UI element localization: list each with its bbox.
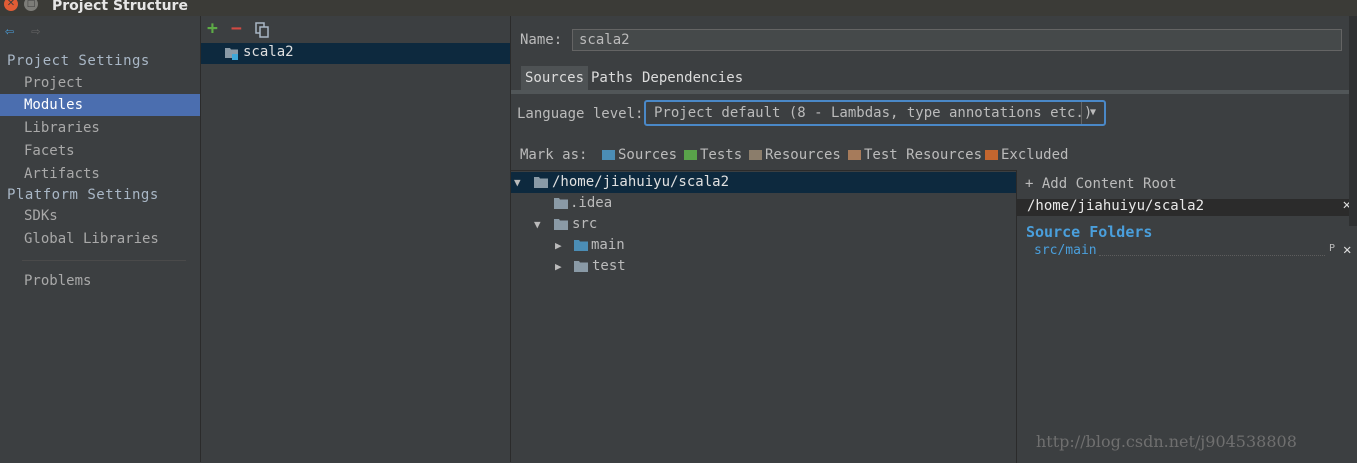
window-close-button[interactable]: ✕ — [4, 0, 18, 11]
tests-folder-icon — [684, 150, 697, 160]
vertical-scrollbar[interactable] — [1349, 16, 1357, 226]
tree-node-label: src — [572, 216, 598, 232]
mark-as-resources-button[interactable]: Resources — [749, 147, 841, 163]
source-folder-icon — [574, 240, 588, 251]
sidebar-item-facets[interactable]: Facets — [0, 140, 200, 162]
folder-icon — [574, 261, 588, 272]
resources-folder-icon — [749, 150, 762, 160]
folder-icon — [534, 177, 548, 188]
tab-paths[interactable]: Paths — [587, 66, 637, 90]
sidebar-item-sdks[interactable]: SDKs — [0, 205, 200, 227]
expand-arrow-icon[interactable]: ▼ — [534, 214, 541, 235]
tree-node-src[interactable]: ▼ src — [511, 214, 1016, 235]
navigation-arrows: ⇦ ⇨ — [5, 22, 40, 40]
module-name: scala2 — [243, 44, 294, 60]
tab-sources[interactable]: Sources — [521, 66, 589, 90]
language-level-select[interactable]: Project default (8 - Lambdas, type annot… — [644, 100, 1106, 126]
module-list-item[interactable]: scala2 — [201, 43, 510, 64]
folder-icon — [554, 198, 568, 209]
tree-node-label: main — [591, 237, 625, 253]
sidebar-item-modules[interactable]: Modules — [0, 94, 200, 116]
mark-as-excluded-label: Excluded — [1001, 147, 1069, 163]
tree-node-test[interactable]: ▶ test — [511, 256, 1016, 277]
mark-as-test-resources-label: Test Resources — [864, 147, 983, 163]
project-settings-header: Project Settings — [7, 53, 150, 69]
tab-dependencies[interactable]: Dependencies — [638, 66, 747, 90]
modules-panel: + − scala2 — [201, 16, 511, 462]
excluded-folder-icon — [985, 150, 998, 160]
sidebar-item-artifacts[interactable]: Artifacts — [0, 163, 200, 185]
module-name-input[interactable] — [572, 29, 1342, 51]
sidebar-item-project[interactable]: Project — [0, 72, 200, 94]
settings-sidebar: ⇦ ⇨ Project Settings Project Modules Lib… — [0, 16, 201, 462]
tree-node-label: /home/jiahuiyu/scala2 — [552, 174, 730, 190]
content-root-panel: + Add Content Root /home/jiahuiyu/scala2… — [1017, 170, 1357, 462]
sidebar-item-libraries[interactable]: Libraries — [0, 117, 200, 139]
tree-node-idea[interactable]: .idea — [511, 193, 1016, 214]
mark-as-sources-label: Sources — [618, 147, 678, 163]
back-arrow-icon[interactable]: ⇦ — [5, 22, 14, 40]
add-content-root-button[interactable]: + Add Content Root — [1025, 176, 1177, 192]
sidebar-item-global-libraries[interactable]: Global Libraries — [0, 228, 200, 250]
source-folders-header: Source Folders — [1026, 223, 1153, 241]
sidebar-item-problems[interactable]: Problems — [0, 270, 200, 292]
content-root-header: /home/jiahuiyu/scala2 ✕ — [1017, 197, 1357, 216]
copy-module-icon[interactable] — [255, 22, 269, 38]
dropdown-arrow-icon[interactable]: ▼ — [1081, 102, 1104, 124]
module-editor: Name: Sources Paths Dependencies Languag… — [511, 16, 1357, 463]
source-folder-path[interactable]: src/main — [1034, 243, 1097, 258]
expand-arrow-icon[interactable]: ▼ — [514, 172, 521, 193]
tree-node-label: test — [592, 258, 626, 274]
window-maximize-button[interactable]: □ — [24, 0, 38, 11]
language-level-value: Project default (8 - Lambdas, type annot… — [654, 105, 1093, 121]
mark-as-label: Mark as: — [520, 147, 588, 163]
window-title: Project Structure — [52, 0, 188, 14]
plus-icon: + — [1025, 176, 1034, 192]
tree-node-label: .idea — [570, 195, 613, 211]
edit-properties-icon[interactable]: P — [1329, 243, 1335, 254]
title-bar: ✕ □ Project Structure — [0, 0, 1357, 16]
tab-underline — [511, 90, 1357, 94]
tree-node-main[interactable]: ▶ main — [511, 235, 1016, 256]
mark-as-tests-button[interactable]: Tests — [684, 147, 742, 163]
sources-folder-icon — [602, 150, 615, 160]
module-folder-icon — [225, 47, 239, 64]
mark-as-resources-label: Resources — [765, 147, 841, 163]
content-tree: ▼ /home/jiahuiyu/scala2 .idea ▼ src ▶ ma… — [511, 170, 1017, 463]
mark-as-tests-label: Tests — [700, 147, 743, 163]
mark-as-sources-button[interactable]: Sources — [602, 147, 677, 163]
dotted-leader — [1099, 255, 1325, 256]
content-root-path: /home/jiahuiyu/scala2 — [1027, 198, 1205, 214]
collapse-arrow-icon[interactable]: ▶ — [555, 256, 562, 277]
forward-arrow-icon[interactable]: ⇨ — [31, 22, 40, 40]
add-content-root-label: Add Content Root — [1041, 176, 1177, 192]
test-resources-folder-icon — [848, 150, 861, 160]
name-label: Name: — [520, 32, 563, 48]
collapse-arrow-icon[interactable]: ▶ — [555, 235, 562, 256]
remove-module-icon[interactable]: − — [231, 18, 242, 39]
language-level-label: Language level: — [517, 106, 644, 122]
sidebar-divider — [22, 260, 186, 261]
platform-settings-header: Platform Settings — [7, 187, 159, 203]
folder-icon — [554, 219, 568, 230]
watermark: http://blog.csdn.net/j904538808 — [1036, 432, 1297, 451]
tree-node-root[interactable]: ▼ /home/jiahuiyu/scala2 — [511, 172, 1016, 193]
mark-as-test-resources-button[interactable]: Test Resources — [848, 147, 982, 163]
mark-as-excluded-button[interactable]: Excluded — [985, 147, 1068, 163]
add-module-icon[interactable]: + — [207, 18, 218, 39]
remove-source-folder-icon[interactable]: ✕ — [1343, 242, 1351, 258]
